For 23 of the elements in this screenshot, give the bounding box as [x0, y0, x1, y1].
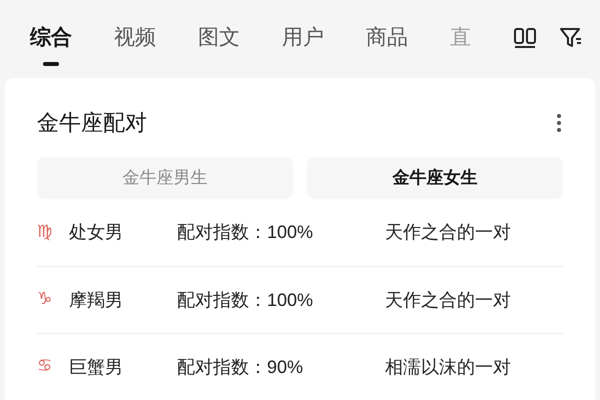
- segment-button[interactable]: 金牛座女生: [307, 157, 563, 199]
- tab[interactable]: 图文: [198, 22, 240, 54]
- zodiac-sign-icon: ♍: [37, 220, 69, 246]
- match-score: 配对指数：90%: [177, 356, 304, 378]
- tab[interactable]: 商品: [366, 22, 408, 54]
- zodiac-sign-icon: ♋: [37, 354, 69, 380]
- filter-icon[interactable]: [559, 26, 583, 50]
- sign-name: 巨蟹男: [69, 356, 124, 378]
- tab-indicator: [43, 62, 59, 66]
- dual-column-icon[interactable]: [513, 26, 537, 50]
- match-description: 天作之合的一对: [385, 288, 511, 312]
- zodiac-sign-icon: ♑: [37, 287, 69, 313]
- card-title: 金牛座配对: [37, 109, 147, 137]
- tab[interactable]: 综合: [30, 22, 72, 54]
- more-icon[interactable]: [555, 112, 563, 134]
- match-description: 天作之合的一对: [385, 221, 511, 244]
- match-score: 配对指数：100%: [177, 221, 314, 244]
- tab[interactable]: 用户: [282, 22, 324, 54]
- sign-name: 摩羯男: [69, 288, 124, 312]
- match-score: 配对指数：100%: [177, 288, 314, 312]
- sign-name: 处女男: [69, 221, 124, 244]
- match-description: 相濡以沫的一对: [385, 356, 511, 378]
- tab[interactable]: 视频: [114, 22, 156, 54]
